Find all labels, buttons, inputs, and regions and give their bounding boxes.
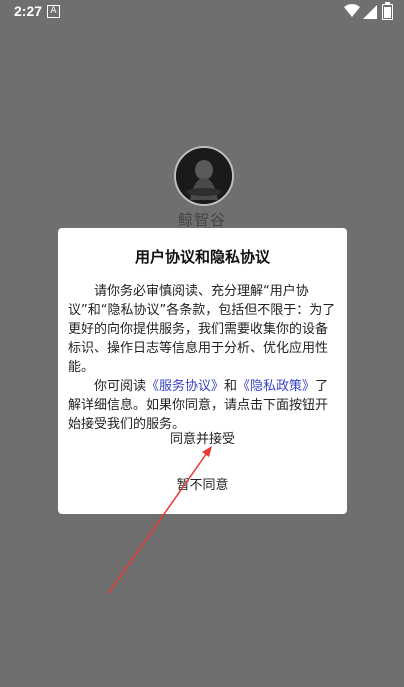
- annotation-arrow: [107, 446, 212, 595]
